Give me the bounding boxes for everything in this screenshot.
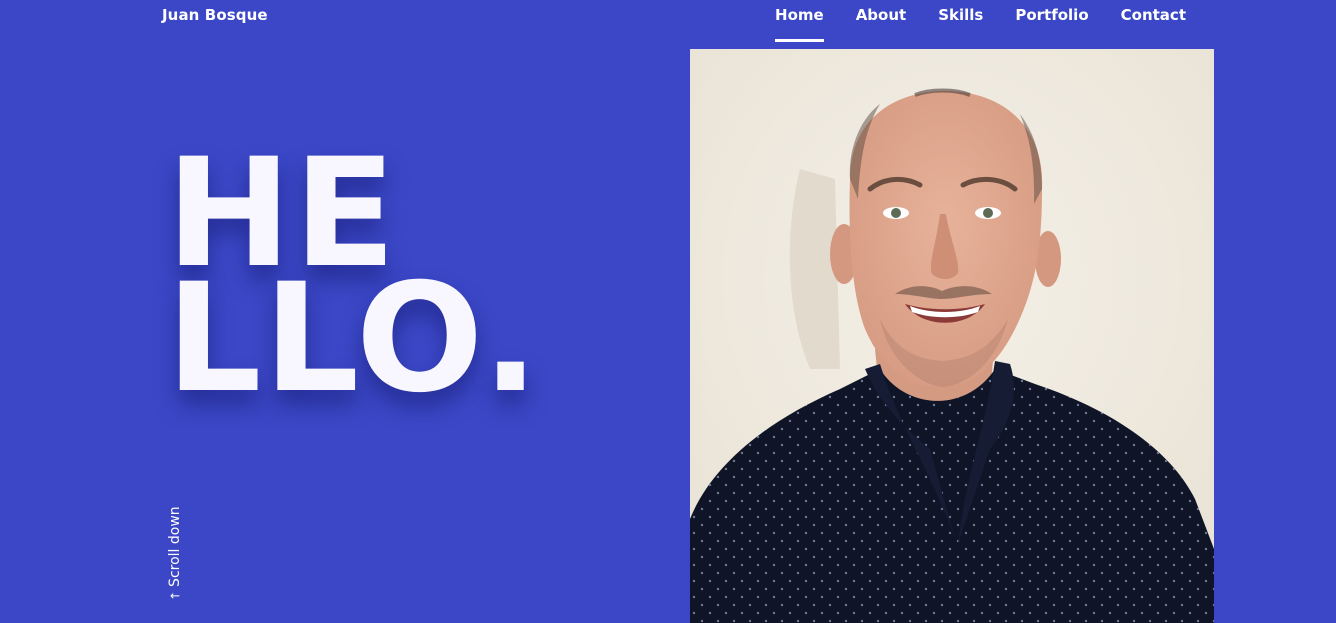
scroll-down-label: Scroll down xyxy=(167,506,183,587)
nav-about[interactable]: About xyxy=(856,0,907,36)
main-nav: Home About Skills Portfolio Contact xyxy=(775,0,1186,44)
profile-photo xyxy=(690,49,1214,623)
nav-portfolio[interactable]: Portfolio xyxy=(1015,0,1088,36)
nav-skills[interactable]: Skills xyxy=(938,0,983,36)
hero-heading: HE LLO. xyxy=(166,139,542,427)
nav-contact[interactable]: Contact xyxy=(1121,0,1186,36)
nav-home[interactable]: Home xyxy=(775,0,824,42)
scroll-down-link[interactable]: → Scroll down xyxy=(167,506,183,603)
hero-heading-line-2: LLO. xyxy=(166,252,542,427)
brand-name-link[interactable]: Juan Bosque xyxy=(162,6,268,24)
arrow-down-icon: → xyxy=(169,588,181,603)
